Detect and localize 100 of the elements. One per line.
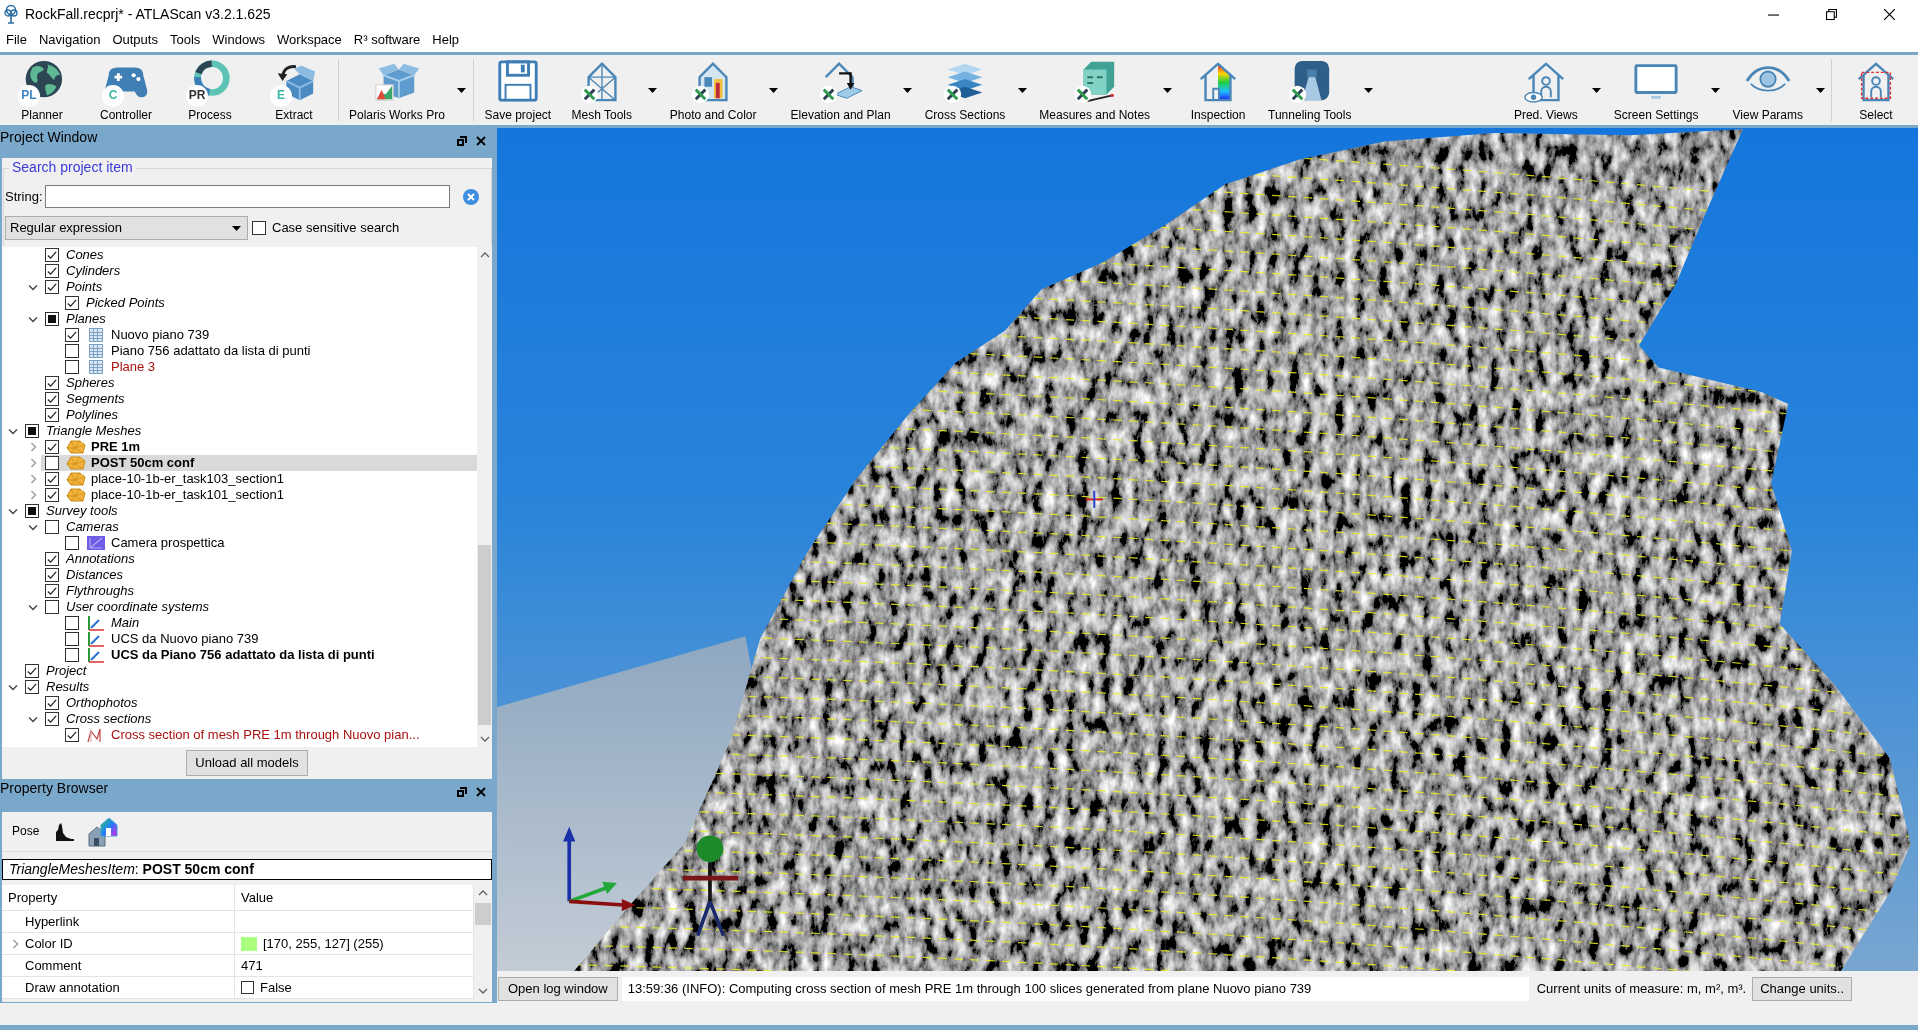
tree-item[interactable]: PRE 1m [41, 439, 477, 455]
tree-item[interactable]: Triangle Meshes [21, 423, 477, 439]
checkbox[interactable] [25, 664, 39, 678]
menu-item[interactable]: R³ software [347, 30, 427, 50]
caret-icon[interactable] [769, 87, 779, 93]
tree-item[interactable]: Planes [41, 311, 477, 327]
checkbox[interactable] [65, 296, 79, 310]
checkbox[interactable] [45, 712, 59, 726]
checkbox[interactable] [65, 536, 79, 550]
toolbar-button[interactable]: C Controller [84, 55, 168, 125]
checkbox[interactable] [65, 344, 79, 358]
checkbox[interactable] [45, 280, 59, 294]
tree-item[interactable]: Nuovo piano 739 [61, 327, 477, 343]
toolbar-button[interactable]: Measures and Notes [1031, 55, 1159, 125]
unload-button[interactable]: Unload all models [186, 750, 308, 776]
caret-icon[interactable] [1711, 87, 1720, 93]
tree-item[interactable]: Cylinders [41, 263, 477, 279]
tree-item[interactable]: place-10-1b-er_task101_section1 [41, 487, 477, 503]
tree-item[interactable]: Survey tools [21, 503, 477, 519]
tree-item[interactable]: Orthophotos [41, 695, 477, 711]
scrollbar-thumb[interactable] [475, 903, 491, 925]
clear-icon[interactable] [461, 187, 480, 206]
tree-item[interactable]: Cones [41, 247, 477, 263]
houses-icon[interactable] [87, 815, 120, 848]
checkbox[interactable] [25, 424, 39, 438]
close-icon[interactable] [1883, 8, 1895, 20]
pose-button[interactable]: Pose [10, 824, 42, 839]
tree-item[interactable]: Polylines [41, 407, 477, 423]
checkbox[interactable] [45, 488, 59, 502]
toolbar-button[interactable]: Mesh Tools [559, 55, 644, 125]
toolbar-button[interactable]: Select [1834, 55, 1918, 125]
checkbox[interactable] [45, 520, 59, 534]
toolbar-button[interactable]: View Params [1724, 55, 1811, 125]
chevron-down-icon[interactable] [28, 283, 38, 291]
menu-item[interactable]: Help [426, 30, 466, 50]
undock-icon[interactable] [457, 136, 467, 146]
checkbox[interactable] [45, 600, 59, 614]
checkbox[interactable] [25, 504, 39, 518]
checkbox[interactable] [45, 472, 59, 486]
tree-item[interactable]: User coordinate systems [41, 599, 477, 615]
tree-item[interactable]: Results [21, 679, 477, 695]
log-window-button[interactable]: Open log window [498, 977, 618, 1001]
checkbox[interactable] [45, 392, 59, 406]
menu-item[interactable]: Workspace [271, 30, 348, 50]
tree-item[interactable]: Cross section of mesh PRE 1m through Nuovo pian... [61, 727, 477, 743]
caret-icon[interactable] [1162, 87, 1172, 93]
tree-item[interactable]: Flythroughs [41, 583, 477, 599]
toolbar-button[interactable]: PL Planner [0, 55, 84, 125]
chevron-down-icon[interactable] [8, 507, 18, 515]
chevron-down-icon[interactable] [28, 523, 38, 531]
tree-item[interactable]: place-10-1b-er_task103_section1 [41, 471, 477, 487]
checkbox[interactable] [45, 248, 59, 262]
close-icon[interactable] [476, 787, 486, 797]
chevron-down-icon[interactable] [28, 715, 38, 723]
checkbox[interactable] [65, 632, 79, 646]
toolbar-button[interactable]: E Extract [252, 55, 336, 125]
tree-item[interactable]: Picked Points [61, 295, 477, 311]
chevron-down-icon[interactable] [8, 427, 18, 435]
tree-item[interactable]: UCS da Nuovo piano 739 [61, 631, 477, 647]
tree-item[interactable]: UCS da Piano 756 adattato da lista di punti [61, 647, 477, 663]
toolbar-button[interactable]: Polaris Works Pro [341, 55, 453, 125]
menu-item[interactable]: Navigation [32, 30, 107, 50]
caret-icon[interactable] [1017, 87, 1027, 93]
checkbox[interactable] [25, 680, 39, 694]
checkbox[interactable] [45, 440, 59, 454]
caret-icon[interactable] [1363, 87, 1373, 93]
chevron-up-icon[interactable] [479, 252, 490, 258]
checkbox[interactable] [65, 360, 79, 374]
tree-item[interactable]: Plane 3 [61, 359, 477, 375]
toolbar-button[interactable]: Cross Sections [916, 55, 1014, 125]
checkbox[interactable] [65, 728, 79, 742]
toolbar-button[interactable]: Screen Settings [1605, 55, 1707, 125]
checkbox[interactable] [45, 456, 59, 470]
tree-item[interactable]: Segments [41, 391, 477, 407]
checkbox[interactable] [45, 568, 59, 582]
scrollbar[interactable] [474, 885, 492, 999]
caret-icon[interactable] [903, 87, 913, 93]
tree-item[interactable]: Camera prospettica [61, 535, 477, 551]
toolbar-button[interactable]: PR Process [168, 55, 252, 125]
menu-item[interactable]: Tools [163, 30, 207, 50]
chevron-down-icon[interactable] [8, 683, 18, 691]
checkbox[interactable] [45, 312, 59, 326]
restore-icon[interactable] [1825, 8, 1837, 20]
scrollbar-thumb[interactable] [478, 545, 491, 725]
toolbar-button[interactable]: Photo and Color [661, 55, 765, 125]
checkbox[interactable] [65, 328, 79, 342]
checkbox[interactable] [45, 584, 59, 598]
change-units-button[interactable]: Change units.. [1752, 977, 1853, 1001]
checkbox[interactable] [241, 981, 254, 994]
tree-item[interactable]: Cameras [41, 519, 477, 535]
menu-item[interactable]: File [0, 30, 33, 50]
chevron-down-icon[interactable] [28, 315, 38, 323]
menu-item[interactable]: Outputs [106, 30, 164, 50]
tree-item[interactable]: POST 50cm conf [41, 455, 477, 471]
tree-item[interactable]: Points [41, 279, 477, 295]
checkbox[interactable] [65, 616, 79, 630]
chevron-up-icon[interactable] [478, 890, 488, 896]
toolbar-button[interactable]: Pred. Views [1503, 55, 1588, 125]
tree-item[interactable]: Cross sections [41, 711, 477, 727]
caret-icon[interactable] [648, 87, 658, 93]
